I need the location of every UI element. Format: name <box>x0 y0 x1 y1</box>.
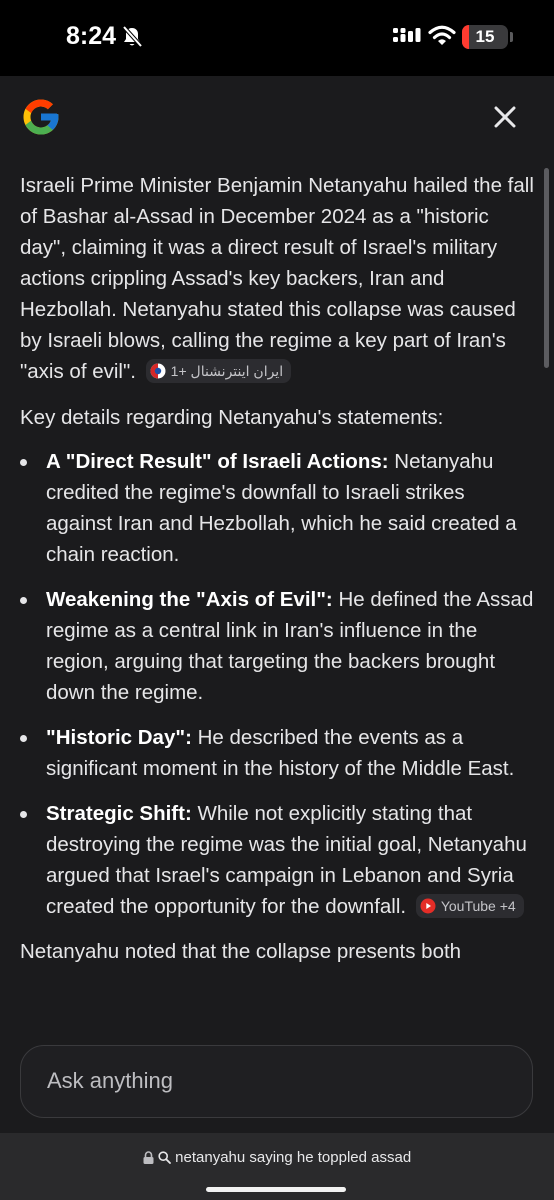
source-chip-label: ایران اینترنشنال +1 <box>170 362 284 379</box>
google-g-logo <box>23 99 59 135</box>
source-chip-label: YouTube +4 <box>440 897 516 914</box>
intro-text: Israeli Prime Minister Benjamin Netanyah… <box>20 174 534 383</box>
battery-icon: 15 <box>462 25 508 49</box>
bullet <box>20 811 27 818</box>
battery-level: 15 <box>475 27 495 46</box>
bell-slash-icon <box>122 26 142 48</box>
list-item-title: Strategic Shift: <box>46 802 192 825</box>
status-time: 8:24 <box>66 22 117 50</box>
scrollbar[interactable] <box>544 168 549 368</box>
ask-input[interactable]: Ask anything <box>20 1045 533 1118</box>
close-icon <box>494 106 516 128</box>
intro-paragraph: Israeli Prime Minister Benjamin Netanyah… <box>20 170 534 387</box>
key-details-list: A "Direct Result" of Israeli Actions: Ne… <box>20 446 534 922</box>
bullet <box>20 735 27 742</box>
iran-international-icon <box>150 363 166 379</box>
search-icon <box>158 1150 171 1164</box>
content-fade <box>0 990 554 1040</box>
battery-cap <box>510 32 513 42</box>
cellular-signal-icon <box>393 28 421 42</box>
source-chip-youtube[interactable]: YouTube +4 <box>415 893 524 918</box>
lock-icon <box>143 1150 154 1164</box>
wifi-icon <box>428 25 456 45</box>
url-text: netanyahu saying he toppled assad <box>175 1149 412 1166</box>
browser-bottom-bar: netanyahu saying he toppled assad <box>0 1133 554 1200</box>
close-button[interactable] <box>486 98 524 136</box>
source-chip-iran-international[interactable]: ایران اینترنشنال +1 <box>145 358 292 383</box>
list-item: Strategic Shift: While not explicitly st… <box>20 798 534 922</box>
trailing-paragraph: Netanyahu noted that the collapse presen… <box>20 940 462 963</box>
url-bar[interactable]: netanyahu saying he toppled assad <box>0 1149 554 1166</box>
bullet <box>20 597 27 604</box>
list-item-title: A "Direct Result" of Israeli Actions: <box>46 450 389 473</box>
key-details-heading: Key details regarding Netanyahu's statem… <box>20 406 444 429</box>
status-bar: 8:24 15 <box>0 0 554 76</box>
list-item-title: Weakening the "Axis of Evil": <box>46 588 333 611</box>
ask-placeholder: Ask anything <box>47 1068 173 1093</box>
ai-response: Israeli Prime Minister Benjamin Netanyah… <box>20 170 534 967</box>
list-item: A "Direct Result" of Israeli Actions: Ne… <box>20 446 534 570</box>
bullet <box>20 459 27 466</box>
youtube-icon <box>420 898 436 914</box>
home-indicator[interactable] <box>206 1187 346 1192</box>
list-item-title: "Historic Day": <box>46 726 192 749</box>
list-item: Weakening the "Axis of Evil": He defined… <box>20 584 534 708</box>
list-item: "Historic Day": He described the events … <box>20 722 534 784</box>
